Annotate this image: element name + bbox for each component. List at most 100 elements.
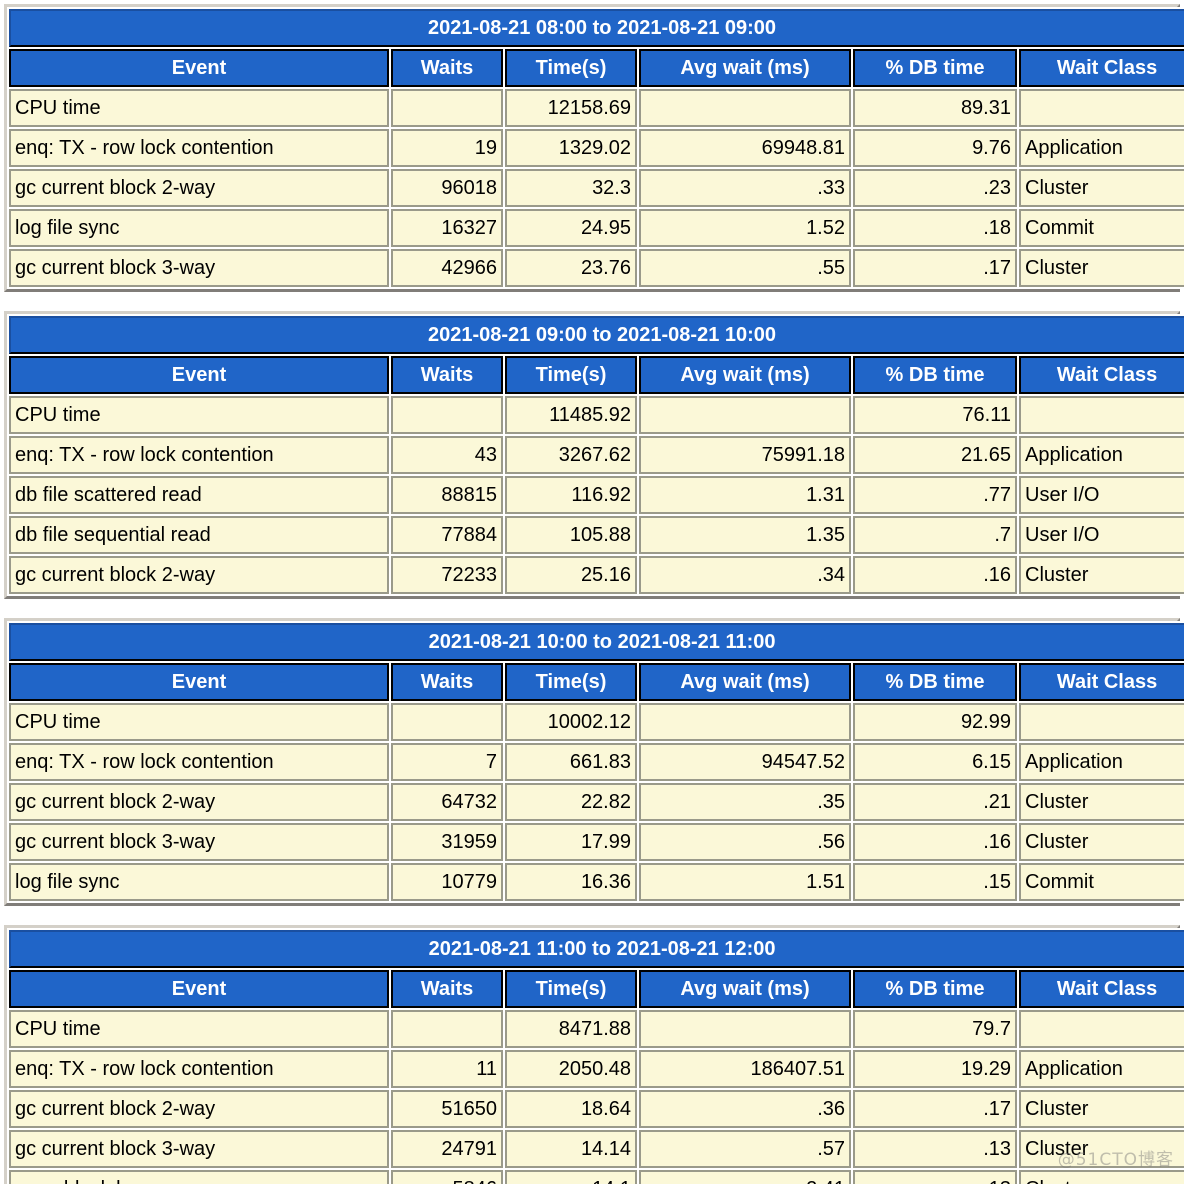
column-header-pct-db-time: % DB time	[853, 49, 1017, 87]
cell-avg-wait-ms	[639, 89, 851, 127]
top-timed-events-table: 2021-08-21 11:00 to 2021-08-21 12:00 Even…	[7, 928, 1184, 1184]
cell-avg-wait-ms: .36	[639, 1090, 851, 1128]
table-row: CPU time 12158.69 89.31	[9, 89, 1184, 127]
cell-event: log file sync	[9, 863, 389, 901]
column-header-pct-db-time: % DB time	[853, 970, 1017, 1008]
cell-time-s: 16.36	[505, 863, 637, 901]
column-header-waits: Waits	[391, 970, 503, 1008]
cell-wait-class	[1019, 1010, 1184, 1048]
cell-wait-class: Commit	[1019, 863, 1184, 901]
cell-avg-wait-ms	[639, 396, 851, 434]
table-row: CPU time 10002.12 92.99	[9, 703, 1184, 741]
cell-event: gc current block 3-way	[9, 249, 389, 287]
interval-title: 2021-08-21 10:00 to 2021-08-21 11:00	[9, 623, 1184, 661]
cell-time-s: 8471.88	[505, 1010, 637, 1048]
table-title-row: 2021-08-21 09:00 to 2021-08-21 10:00	[9, 316, 1184, 354]
table-row: CPU time 8471.88 79.7	[9, 1010, 1184, 1048]
column-header-wait-class: Wait Class	[1019, 663, 1184, 701]
cell-time-s: 1329.02	[505, 129, 637, 167]
cell-event: gc current block 2-way	[9, 783, 389, 821]
table-row: enq: TX - row lock contention 19 1329.02 69…	[9, 129, 1184, 167]
table-row: gc current block 2-way 96018 32.3.33.23 Clu…	[9, 169, 1184, 207]
cell-avg-wait-ms: 1.52	[639, 209, 851, 247]
cell-pct-db-time: .13	[853, 1170, 1017, 1184]
column-header-wait-class: Wait Class	[1019, 970, 1184, 1008]
cell-wait-class: Cluster	[1019, 1130, 1184, 1168]
cell-time-s: 17.99	[505, 823, 637, 861]
cell-time-s: 2050.48	[505, 1050, 637, 1088]
cell-pct-db-time: .16	[853, 556, 1017, 594]
top-timed-events-table: 2021-08-21 10:00 to 2021-08-21 11:00 Even…	[7, 621, 1184, 903]
cell-wait-class: Application	[1019, 743, 1184, 781]
cell-time-s: 661.83	[505, 743, 637, 781]
cell-avg-wait-ms: 94547.52	[639, 743, 851, 781]
cell-pct-db-time: .21	[853, 783, 1017, 821]
cell-pct-db-time: .17	[853, 249, 1017, 287]
column-header-row: Event Waits Time(s) Avg wait (ms)% DB time W…	[9, 970, 1184, 1008]
cell-waits: 16327	[391, 209, 503, 247]
column-header-event: Event	[9, 356, 389, 394]
awr-top-events-report: 2021-08-21 08:00 to 2021-08-21 09:00 Even…	[0, 4, 1184, 1184]
cell-event: gc current block 2-way	[9, 1090, 389, 1128]
cell-wait-class	[1019, 89, 1184, 127]
column-header-avg-wait-ms: Avg wait (ms)	[639, 970, 851, 1008]
cell-event: enq: TX - row lock contention	[9, 436, 389, 474]
cell-waits	[391, 1010, 503, 1048]
awr-interval-table: 2021-08-21 09:00 to 2021-08-21 10:00 Even…	[4, 311, 1184, 599]
cell-event: db file scattered read	[9, 476, 389, 514]
column-header-time-s: Time(s)	[505, 970, 637, 1008]
cell-time-s: 23.76	[505, 249, 637, 287]
cell-time-s: 32.3	[505, 169, 637, 207]
table-row: enq: TX - row lock contention 11 2050.48 18…	[9, 1050, 1184, 1088]
column-header-pct-db-time: % DB time	[853, 356, 1017, 394]
cell-pct-db-time: .16	[853, 823, 1017, 861]
table-title-row: 2021-08-21 11:00 to 2021-08-21 12:00	[9, 930, 1184, 968]
cell-avg-wait-ms: 2.41	[639, 1170, 851, 1184]
cell-event: enq: TX - row lock contention	[9, 743, 389, 781]
cell-avg-wait-ms: 1.31	[639, 476, 851, 514]
interval-title: 2021-08-21 08:00 to 2021-08-21 09:00	[9, 9, 1184, 47]
cell-wait-class: Cluster	[1019, 249, 1184, 287]
cell-time-s: 3267.62	[505, 436, 637, 474]
cell-pct-db-time: 92.99	[853, 703, 1017, 741]
cell-avg-wait-ms: 1.35	[639, 516, 851, 554]
cell-waits	[391, 703, 503, 741]
cell-pct-db-time: .7	[853, 516, 1017, 554]
cell-event: gc current block 2-way	[9, 556, 389, 594]
cell-pct-db-time: 6.15	[853, 743, 1017, 781]
table-row: log file sync 10779 16.36 1.51.15 Commit	[9, 863, 1184, 901]
cell-time-s: 25.16	[505, 556, 637, 594]
table-row: db file sequential read 77884 105.88 1.35.7…	[9, 516, 1184, 554]
column-header-time-s: Time(s)	[505, 663, 637, 701]
cell-time-s: 11485.92	[505, 396, 637, 434]
cell-pct-db-time: 19.29	[853, 1050, 1017, 1088]
column-header-time-s: Time(s)	[505, 49, 637, 87]
column-header-row: Event Waits Time(s) Avg wait (ms)% DB time W…	[9, 663, 1184, 701]
cell-avg-wait-ms: 69948.81	[639, 129, 851, 167]
cell-wait-class: Application	[1019, 436, 1184, 474]
cell-wait-class: Cluster	[1019, 783, 1184, 821]
column-header-time-s: Time(s)	[505, 356, 637, 394]
table-row: enq: TX - row lock contention 43 3267.62 75…	[9, 436, 1184, 474]
cell-waits: 43	[391, 436, 503, 474]
table-row: gc current block 3-way 31959 17.99.56.16 Cl…	[9, 823, 1184, 861]
cell-wait-class: Application	[1019, 129, 1184, 167]
cell-pct-db-time: 9.76	[853, 129, 1017, 167]
cell-pct-db-time: 79.7	[853, 1010, 1017, 1048]
table-row: gc current block 2-way 51650 18.64.36.17 Cl…	[9, 1090, 1184, 1128]
cell-waits: 11	[391, 1050, 503, 1088]
column-header-wait-class: Wait Class	[1019, 356, 1184, 394]
awr-interval-table: 2021-08-21 10:00 to 2021-08-21 11:00 Even…	[4, 618, 1184, 906]
table-row: gc current block 2-way 72233 25.16.34.16 Cl…	[9, 556, 1184, 594]
cell-waits	[391, 89, 503, 127]
cell-wait-class: Cluster	[1019, 556, 1184, 594]
column-header-wait-class: Wait Class	[1019, 49, 1184, 87]
cell-event: log file sync	[9, 209, 389, 247]
cell-wait-class	[1019, 396, 1184, 434]
cell-waits: 96018	[391, 169, 503, 207]
cell-avg-wait-ms: .34	[639, 556, 851, 594]
cell-time-s: 22.82	[505, 783, 637, 821]
cell-wait-class: User I/O	[1019, 476, 1184, 514]
cell-time-s: 105.88	[505, 516, 637, 554]
cell-waits: 5846	[391, 1170, 503, 1184]
